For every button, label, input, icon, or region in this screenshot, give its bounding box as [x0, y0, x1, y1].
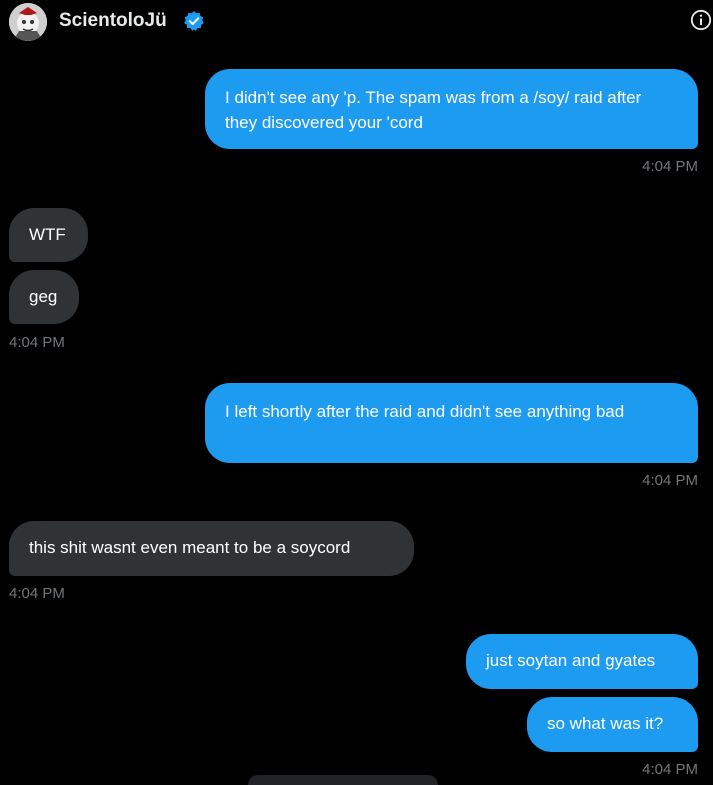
message-text: WTF — [29, 225, 66, 244]
message-timestamp: 4:04 PM — [642, 761, 698, 778]
sent-message-bubble[interactable]: just soytan and gyates — [466, 634, 698, 689]
message-text: I left shortly after the raid and didn't… — [225, 402, 625, 421]
info-icon[interactable] — [690, 9, 712, 31]
verified-badge-icon — [183, 10, 205, 32]
conversation-header: ScientoloJü — [0, 0, 713, 44]
avatar[interactable] — [9, 3, 47, 41]
message-text: so what was it? — [547, 714, 664, 733]
avatar-image-icon — [9, 3, 47, 41]
received-message-bubble[interactable]: this shit wasnt even meant to be a soyco… — [9, 521, 414, 576]
message-timestamp: 4:04 PM — [9, 585, 65, 602]
sent-message-bubble[interactable]: I left shortly after the raid and didn't… — [205, 383, 698, 463]
received-message-bubble[interactable]: geg — [9, 270, 79, 324]
sent-message-bubble[interactable]: so what was it? — [527, 697, 698, 752]
message-timestamp: 4:04 PM — [642, 158, 698, 175]
received-message-bubble[interactable]: WTF — [9, 208, 88, 262]
composer-edge — [248, 775, 438, 785]
conversation-name[interactable]: ScientoloJü — [59, 9, 167, 33]
message-text: this shit wasnt even meant to be a soyco… — [29, 538, 351, 557]
message-text: I didn't see any 'p. The spam was from a… — [225, 88, 642, 132]
message-text: geg — [29, 287, 58, 306]
message-timestamp: 4:04 PM — [9, 334, 65, 351]
message-text: just soytan and gyates — [486, 651, 656, 670]
message-timestamp: 4:04 PM — [642, 472, 698, 489]
sent-message-bubble[interactable]: I didn't see any 'p. The spam was from a… — [205, 69, 698, 149]
